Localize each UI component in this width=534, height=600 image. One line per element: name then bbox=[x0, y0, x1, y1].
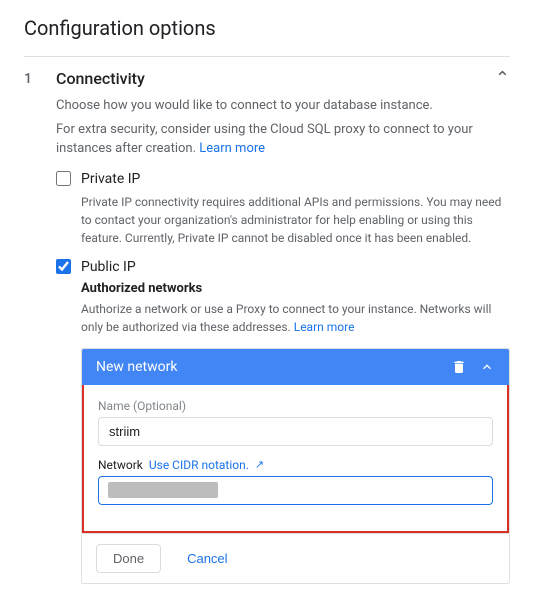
network-input-wrapper bbox=[98, 476, 493, 505]
card-footer: Done Cancel bbox=[82, 533, 509, 583]
private-ip-checkbox[interactable] bbox=[56, 171, 71, 186]
authorized-networks-desc: Authorize a network or use a Proxy to co… bbox=[81, 300, 510, 336]
network-label: Network bbox=[98, 458, 143, 472]
private-ip-desc: Private IP connectivity requires additio… bbox=[81, 193, 510, 247]
done-button[interactable]: Done bbox=[96, 544, 161, 573]
network-card: New network bbox=[81, 348, 510, 584]
section-number: 1 bbox=[24, 71, 40, 87]
authorized-networks-section: Authorized networks Authorize a network … bbox=[56, 281, 510, 584]
public-ip-section: Public IP Authorized networks Authorize … bbox=[56, 259, 510, 584]
network-card-header: New network bbox=[82, 349, 509, 385]
network-card-actions bbox=[451, 359, 495, 375]
collapse-network-button[interactable] bbox=[479, 359, 495, 375]
learn-more-link[interactable]: Learn more bbox=[199, 141, 265, 156]
delete-network-button[interactable] bbox=[451, 359, 467, 375]
name-input[interactable] bbox=[98, 417, 493, 446]
public-ip-checkbox[interactable] bbox=[56, 259, 71, 274]
chevron-up-icon[interactable]: ⌃ bbox=[495, 70, 510, 88]
network-field-group: Network Use CIDR notation. ↗ bbox=[98, 458, 493, 505]
public-ip-row: Public IP bbox=[56, 259, 510, 275]
page-title: Configuration options bbox=[24, 16, 510, 40]
name-field-label: Name (Optional) bbox=[98, 399, 493, 413]
section-desc2: For extra security, consider using the C… bbox=[56, 120, 510, 159]
network-input[interactable] bbox=[98, 476, 493, 505]
network-card-body: Name (Optional) Network Use CIDR notatio… bbox=[82, 385, 509, 533]
private-ip-label[interactable]: Private IP bbox=[81, 171, 140, 187]
chevron-up-card-icon bbox=[479, 359, 495, 375]
section-header: 1 Connectivity ⌃ bbox=[24, 69, 510, 88]
learn-more-link-2[interactable]: Learn more bbox=[294, 320, 355, 334]
private-ip-row: Private IP bbox=[56, 171, 510, 187]
cancel-button[interactable]: Cancel bbox=[171, 545, 243, 572]
external-link-icon: ↗ bbox=[255, 458, 264, 471]
options-area: Private IP Private IP connectivity requi… bbox=[56, 171, 510, 584]
public-ip-label[interactable]: Public IP bbox=[81, 259, 136, 275]
section-header-left: 1 Connectivity bbox=[24, 69, 145, 88]
network-card-title: New network bbox=[96, 359, 177, 375]
section-title: Connectivity bbox=[56, 69, 145, 88]
authorized-networks-title: Authorized networks bbox=[81, 281, 510, 296]
trash-icon bbox=[451, 359, 467, 375]
cidr-link[interactable]: Use CIDR notation. bbox=[149, 458, 249, 472]
section-desc1: Choose how you would like to connect to … bbox=[56, 96, 510, 116]
connectivity-section: 1 Connectivity ⌃ Choose how you would li… bbox=[24, 69, 510, 584]
section-divider bbox=[24, 56, 510, 57]
network-label-row: Network Use CIDR notation. ↗ bbox=[98, 458, 493, 472]
name-field-group: Name (Optional) bbox=[98, 399, 493, 446]
